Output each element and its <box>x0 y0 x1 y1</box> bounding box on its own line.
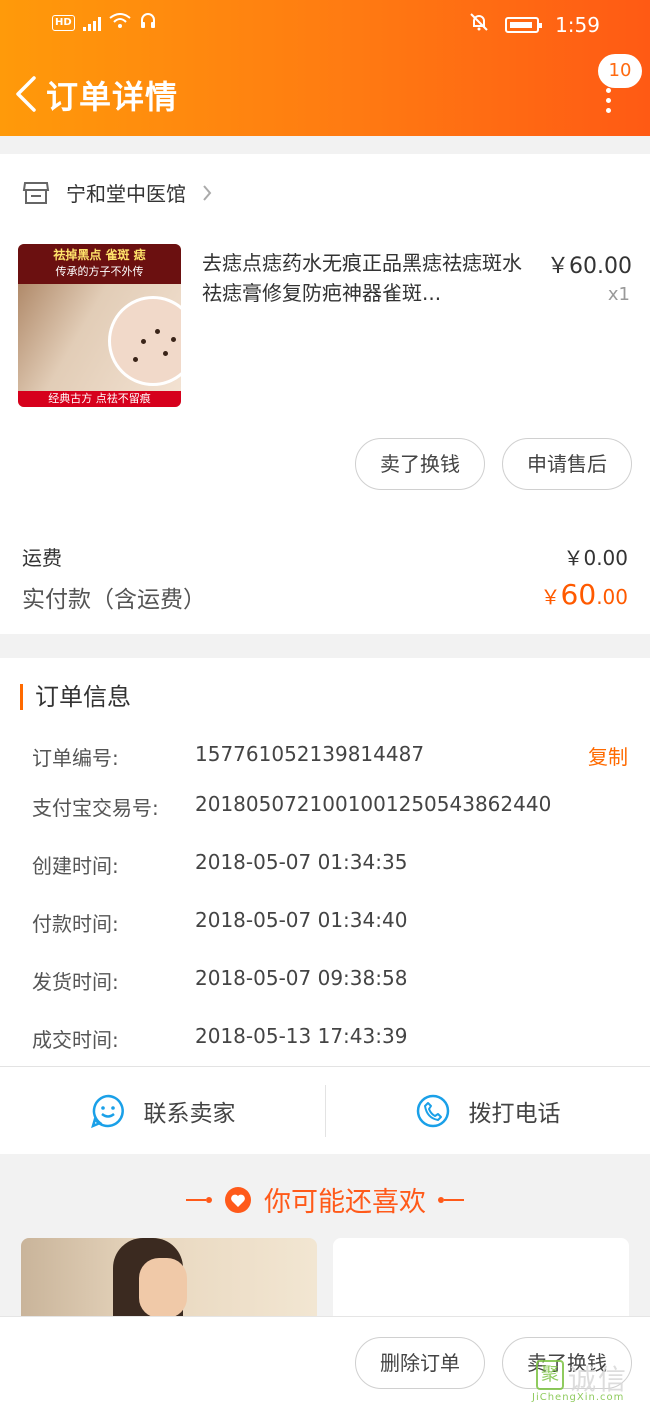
chat-smile-icon <box>90 1094 124 1129</box>
product-title[interactable]: 去痣点痣药水无痕正品黑痣祛痣斑水祛痣膏修复防疤神器雀斑... <box>202 248 534 308</box>
call-phone-label: 拨打电话 <box>468 1101 561 1127</box>
site-watermark-logo: 聚 诚信 JiChengXin.com <box>526 1356 646 1406</box>
after-sale-button[interactable]: 申请售后 <box>502 438 632 490</box>
copy-order-number-button[interactable]: 复制 <box>588 741 628 770</box>
title-decor-right <box>438 1196 464 1203</box>
watermark-box: 聚 <box>536 1360 564 1390</box>
thumbnail-footer: 经典古方 点祛不留痕 <box>18 391 181 407</box>
delete-order-button[interactable]: 删除订单 <box>355 1337 485 1389</box>
mute-bell-icon <box>469 12 489 37</box>
info-value: 2018-05-13 17:43:39 <box>195 1024 408 1048</box>
paid-integer: 60 <box>560 578 597 611</box>
contact-bar: 联系卖家 拨打电话 <box>0 1066 650 1154</box>
headset-icon <box>139 12 157 34</box>
product-thumbnail[interactable]: 祛掉黑点 雀斑 痣 传承的方子不外传 经典古方 点祛不留痕 <box>18 244 181 407</box>
watermark-url: JiChengXin.com <box>532 1392 625 1403</box>
contact-seller-label: 联系卖家 <box>143 1101 236 1127</box>
message-count-badge[interactable]: 10 <box>598 54 642 88</box>
info-key: 支付宝交易号: <box>32 796 159 820</box>
shop-link[interactable]: 宁和堂中医馆 <box>22 178 212 207</box>
sell-item-button[interactable]: 卖了换钱 <box>355 438 485 490</box>
status-bar: HD 1:59 <box>0 10 650 40</box>
more-menu-button[interactable] <box>606 88 614 113</box>
recommend-title-text: 你可能还喜欢 <box>264 1187 426 1218</box>
info-key: 成交时间: <box>32 1028 119 1052</box>
shop-name: 宁和堂中医馆 <box>66 182 186 206</box>
shipping-label: 运费 <box>22 546 62 570</box>
status-time: 1:59 <box>555 12 600 37</box>
info-key: 付款时间: <box>32 912 119 936</box>
chevron-right-icon <box>203 184 212 201</box>
shipping-value: ￥0.00 <box>563 546 628 570</box>
phone-icon <box>416 1094 449 1128</box>
call-phone-button[interactable]: 拨打电话 <box>325 1067 650 1155</box>
info-value: 2018-05-07 09:38:58 <box>195 966 408 990</box>
paid-decimal: .00 <box>596 585 628 609</box>
chevron-left-icon <box>16 76 36 112</box>
info-value: 157761052139814487 <box>195 742 425 766</box>
contact-seller-button[interactable]: 联系卖家 <box>0 1067 325 1155</box>
product-price: ￥60.00 <box>547 254 632 279</box>
hd-badge: HD <box>52 15 75 31</box>
more-dot-icon <box>606 98 611 103</box>
paid-currency: ￥ <box>540 585 561 609</box>
info-key: 发货时间: <box>32 970 119 994</box>
thumbnail-banner: 祛掉黑点 雀斑 痣 传承的方子不外传 <box>18 244 181 284</box>
recommend-item-photo-face <box>139 1258 187 1318</box>
info-value: 2018-05-07 01:34:35 <box>195 850 408 874</box>
title-decor-left <box>186 1196 212 1203</box>
product-quantity: x1 <box>607 284 630 305</box>
bottom-action-bar: 删除订单 卖了换钱 聚 诚信 JiChengXin.com <box>0 1316 650 1408</box>
thumbnail-banner-text: 祛掉黑点 雀斑 痣 <box>53 248 146 262</box>
heart-icon <box>225 1186 251 1213</box>
info-value: 2018-05-07 01:34:40 <box>195 908 408 932</box>
info-value: 2018050721001001250543862440 <box>195 792 552 816</box>
paid-label: 实付款（含运费） <box>22 587 206 613</box>
info-key: 创建时间: <box>32 854 119 878</box>
signal-icon <box>82 15 101 31</box>
battery-icon <box>505 16 543 33</box>
paid-amount: ￥60.00 <box>541 578 628 611</box>
thumbnail-tagline: 传承的方子不外传 <box>55 265 144 278</box>
back-button[interactable] <box>12 74 38 114</box>
more-dot-icon <box>606 108 611 113</box>
recommend-title: 你可能还喜欢 <box>0 1180 650 1219</box>
order-info-title: 订单信息 <box>20 684 131 710</box>
wifi-icon <box>109 13 131 33</box>
store-icon <box>22 181 50 204</box>
page-title: 订单详情 <box>46 78 179 116</box>
info-key: 订单编号: <box>32 746 119 770</box>
app-header: HD 1:59 订单详情 10 <box>0 0 650 136</box>
more-dot-icon <box>606 88 611 93</box>
